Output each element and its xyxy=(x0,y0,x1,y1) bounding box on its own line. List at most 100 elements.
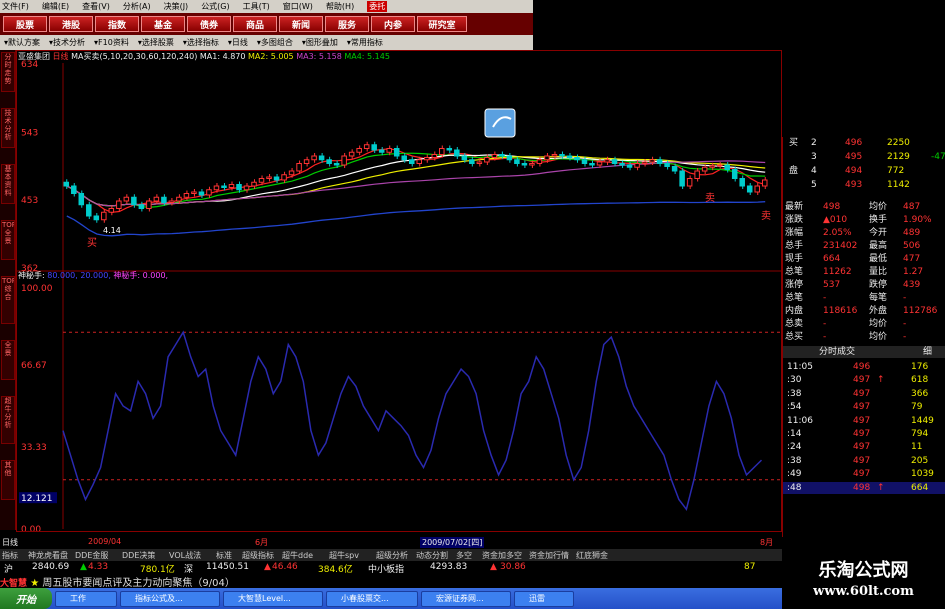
chart-info-line: 亚盛集团 日线 MA买卖(5,10,20,30,60,120,240) MA1:… xyxy=(18,51,390,62)
toolbar-item-6[interactable]: ▾多图组合 xyxy=(257,37,293,48)
indicator-tab-0[interactable]: 指标 xyxy=(2,550,18,561)
indicator-tab-14[interactable]: 红底狮金 xyxy=(576,550,608,561)
news-bar[interactable]: 大智慧 ★ 周五股市要闻点评及主力动向聚焦（9/04） xyxy=(0,574,782,588)
toolbar-item-4[interactable]: ▾选择指标 xyxy=(183,37,219,48)
period-tab[interactable]: 日线 xyxy=(2,537,18,548)
stat-label-2: 跌停 xyxy=(869,280,888,290)
left-tab-2[interactable]: 基本资料 xyxy=(1,164,15,204)
left-tab-5[interactable]: 全景 xyxy=(1,340,15,380)
left-tab-7[interactable]: 其他 xyxy=(1,460,15,500)
left-tab-1[interactable]: 技术分析 xyxy=(1,108,15,148)
menu-2[interactable]: 查看(V) xyxy=(82,1,110,12)
book-volume: 772 xyxy=(887,166,905,176)
indicator-tab-12[interactable]: 资金加多空 xyxy=(482,550,522,561)
menu-6[interactable]: 工具(T) xyxy=(243,1,270,12)
top-button-3[interactable]: 基金 xyxy=(141,16,185,32)
toolbar-item-5[interactable]: ▾日线 xyxy=(228,37,248,48)
toolbar-item-7[interactable]: ▾图形叠加 xyxy=(302,37,338,48)
candle-32 xyxy=(303,159,310,164)
candle-73 xyxy=(611,159,618,164)
menu-5[interactable]: 公式(G) xyxy=(201,1,229,12)
tick-volume: 79 xyxy=(911,402,923,413)
start-button[interactable]: 开始 xyxy=(0,588,52,609)
ticks-detail-button[interactable]: 细 xyxy=(923,346,932,358)
candle-23 xyxy=(236,184,242,191)
indicator-tab-7[interactable]: 超牛dde xyxy=(282,550,313,561)
left-tab-4[interactable]: TOP综合 xyxy=(1,276,15,324)
tick-row: :54 497 79 xyxy=(783,401,945,413)
indicator-tab-3[interactable]: DDE决策 xyxy=(122,550,155,561)
taskbar-item-5[interactable]: 迅雷 xyxy=(514,590,574,607)
tick-time: 11:06 xyxy=(787,415,813,426)
indicator-tab-2[interactable]: DDE金服 xyxy=(75,550,108,561)
candle-48 xyxy=(424,157,430,161)
candle-25 xyxy=(251,181,257,187)
stat-value: 231402 xyxy=(823,241,858,251)
toolbar-item-0[interactable]: ▾默认方案 xyxy=(4,37,40,48)
toolbar-item-1[interactable]: ▾技术分析 xyxy=(49,37,85,48)
y-label-top-2: 453 xyxy=(21,196,38,206)
candle-88 xyxy=(724,164,730,170)
toolbar-item-2[interactable]: ▾F10资料 xyxy=(94,37,129,48)
x-label-1: 6月 xyxy=(255,538,269,547)
top-button-9[interactable]: 研究室 xyxy=(417,16,467,32)
menu-trust[interactable]: 委托 xyxy=(367,1,388,12)
indicator-tab-5[interactable]: 标准 xyxy=(216,550,232,561)
top-button-2[interactable]: 指数 xyxy=(95,16,139,32)
indicator-tab-8[interactable]: 超牛spv xyxy=(329,550,359,561)
indicator-tab-6[interactable]: 超级指标 xyxy=(242,550,274,561)
candle-16 xyxy=(183,193,190,198)
indicator-tab-1[interactable]: 神龙虎看盘 xyxy=(28,550,68,561)
menu-8[interactable]: 帮助(H) xyxy=(326,1,354,12)
tick-time: :30 xyxy=(787,375,802,386)
stat-value: - xyxy=(823,332,827,342)
stat-value-2: 487 xyxy=(903,202,921,212)
indicator-tab-4[interactable]: VOL战法 xyxy=(169,550,201,561)
taskbar-item-3[interactable]: 小春股票交... xyxy=(326,590,418,607)
sell-signal-label-2: 卖 xyxy=(761,210,771,222)
candle-17 xyxy=(191,191,197,194)
menu-4[interactable]: 决策(J) xyxy=(164,1,189,12)
top-button-4[interactable]: 债券 xyxy=(187,16,231,32)
candle-14 xyxy=(168,200,175,203)
stat-label: 内盘 xyxy=(785,306,804,316)
top-button-6[interactable]: 新闻 xyxy=(279,16,323,32)
stat-label-2: 今开 xyxy=(869,228,888,238)
indicator-tab-9[interactable]: 超级分析 xyxy=(376,550,408,561)
taskbar-item-4[interactable]: 宏源证券网... xyxy=(421,590,511,607)
menu-7[interactable]: 窗口(W) xyxy=(283,1,313,12)
menu-0[interactable]: 文件(F) xyxy=(2,1,29,12)
stat-row: 涨幅 2.05% 今开 489 xyxy=(783,227,945,239)
news-text[interactable]: 周五股市要闻点评及主力动向聚焦（9/04） xyxy=(42,578,234,588)
top-button-5[interactable]: 商品 xyxy=(233,16,277,32)
top-button-8[interactable]: 内参 xyxy=(371,16,415,32)
candle-5 xyxy=(101,211,107,221)
chart-panel[interactable]: 634 543 453 362 买卖卖 4.14 100.00 66.67 33.33 12.12… xyxy=(16,50,782,535)
taskbar-item-0[interactable]: 工作 xyxy=(55,590,117,607)
candle-63 xyxy=(536,159,543,164)
taskbar-item-1[interactable]: 指标公式及... xyxy=(120,590,220,607)
taskbar-item-2[interactable]: 大智慧Level... xyxy=(223,590,323,607)
menu-1[interactable]: 编辑(E) xyxy=(42,1,69,12)
top-button-7[interactable]: 服务 xyxy=(325,16,369,32)
software-logo-icon xyxy=(484,108,516,138)
indicator-tab-11[interactable]: 多空 xyxy=(456,550,472,561)
indicator-tab-13[interactable]: 资金加行情 xyxy=(529,550,569,561)
x-label-0: 2009/04 xyxy=(88,537,122,546)
top-button-0[interactable]: 股票 xyxy=(3,16,47,32)
toolbar-item-8[interactable]: ▾常用指标 xyxy=(347,37,383,48)
stat-value: 664 xyxy=(823,254,841,264)
left-tab-strip: 分时走势技术分析基本资料 TOP全景 TOP综合全景超牛分析其他 xyxy=(0,50,16,530)
toolbar-item-3[interactable]: ▾选择股票 xyxy=(138,37,174,48)
indicator-tab-10[interactable]: 动态分割 xyxy=(416,550,448,561)
candle-61 xyxy=(521,163,528,166)
menu-3[interactable]: 分析(A) xyxy=(123,1,151,12)
left-tab-6[interactable]: 超牛分析 xyxy=(1,396,15,444)
candle-4 xyxy=(93,215,100,221)
left-tab-3[interactable]: TOP全景 xyxy=(1,220,15,260)
top-button-1[interactable]: 港股 xyxy=(49,16,93,32)
chart-svg[interactable]: 634543453362买卖卖4.14100.0066.6733.3312.12… xyxy=(17,51,781,535)
candle-57 xyxy=(491,154,498,158)
stock-name: 亚盛集团 xyxy=(18,52,50,61)
left-tab-0[interactable]: 分时走势 xyxy=(1,52,15,92)
